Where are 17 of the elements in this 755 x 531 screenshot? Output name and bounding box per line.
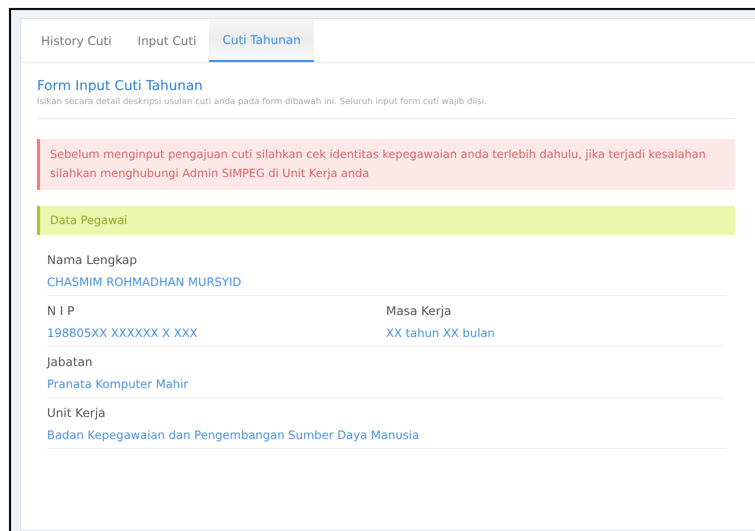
field-label: Jabatan bbox=[47, 355, 94, 369]
field-value: CHASMIM ROHMADHAN MURSYID bbox=[47, 275, 242, 289]
field-value: Badan Kepegawaian dan Pengembangan Sumber Daya Manusia bbox=[47, 428, 420, 442]
form-subtitle: Isikan secara detail deskripsi usulan cuti anda pada form dibawah ini. Seluruh input form cuti wajib diisi. bbox=[37, 97, 735, 119]
field-value: 198805XX XXXXXX X XXX bbox=[47, 326, 199, 340]
tab[interactable]: History Cuti bbox=[28, 19, 125, 62]
tab[interactable]: Input Cuti bbox=[124, 19, 210, 62]
warning-alert: Sebelum menginput pengajuan cuti silahkan cek identitas kepegawaian anda terlebih dahulu, jika terjadi kesalahan silahkan menghubungi Admin SIMPEG di Unit Kerja anda bbox=[37, 139, 735, 190]
field-value: XX tahun XX bulan bbox=[386, 326, 496, 340]
field-label: Masa Kerja bbox=[386, 304, 452, 318]
form-title: Form Input Cuti Tahunan bbox=[37, 78, 204, 94]
field-label: Nama Lengkap bbox=[47, 253, 138, 267]
field-value: Pranata Komputer Mahir bbox=[47, 377, 190, 391]
section-header: Data Pegawai bbox=[37, 206, 735, 235]
tab[interactable]: Cuti Tahunan bbox=[209, 19, 314, 62]
field-label: Unit Kerja bbox=[47, 406, 107, 420]
field-label: N I P bbox=[47, 304, 76, 318]
